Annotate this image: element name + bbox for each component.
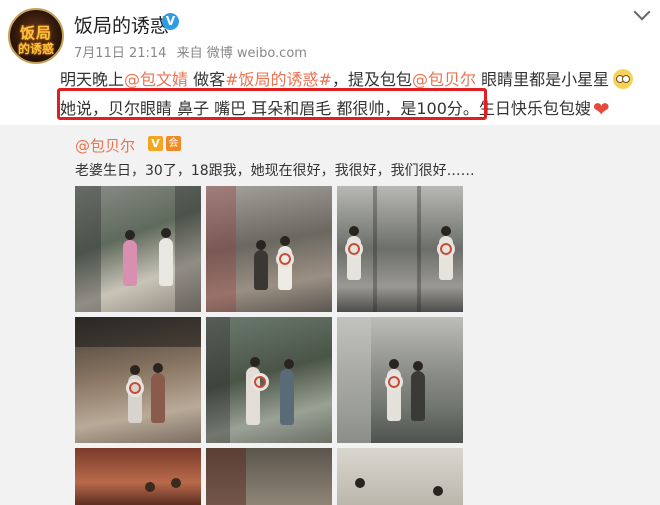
photo-thumbnail[interactable] (206, 448, 332, 505)
post-text-segment: 生日快乐包包嫂 (478, 99, 591, 118)
star-eyes-emoji-icon (613, 69, 634, 89)
heart-icon: ❤ (592, 97, 610, 121)
photo-thumbnail[interactable] (337, 186, 463, 312)
photo-thumbnail[interactable] (337, 448, 463, 505)
post-source[interactable]: 来自 微博 weibo.com (177, 46, 307, 61)
photo-thumbnail[interactable] (337, 317, 463, 443)
avatar-logo-text-bottom: 的诱惑 (17, 42, 54, 56)
mention-link[interactable]: @包文婧 (124, 70, 188, 89)
red-highlight-box (57, 88, 487, 120)
post-text-segment: 明天晚上 (60, 70, 125, 89)
post-text-segment: ，提及包包 (331, 70, 412, 89)
hashtag-link[interactable]: #饭局的诱惑# (225, 70, 332, 89)
avatar[interactable]: 饭局 的诱惑 (8, 8, 64, 64)
photo-thumbnail[interactable] (206, 186, 332, 312)
post-text-segment: 做客 (188, 70, 226, 89)
username-link[interactable]: 饭局的诱惑 (74, 11, 169, 38)
post-timestamp[interactable]: 7月11日 21:14 (74, 46, 166, 61)
verified-icon: V (162, 13, 179, 30)
post-meta: 7月11日 21:14 来自 微博 weibo.com (74, 42, 313, 61)
member-badge-icon: 会 (166, 136, 181, 151)
photo-thumbnail[interactable] (75, 448, 201, 505)
photo-thumbnail[interactable] (75, 317, 201, 443)
verified-badge-icon: V (148, 136, 163, 151)
post-text-segment: 眼睛里都是小星星 (475, 70, 610, 89)
photo-thumbnail[interactable] (206, 317, 332, 443)
mention-link[interactable]: @包贝尔 (412, 70, 476, 89)
repost-username-link[interactable]: @包贝尔 (75, 135, 135, 156)
post-text-line-1: 明天晚上@包文婧 做客#饭局的诱惑#，提及包包@包贝尔 眼睛里都是小星星 (60, 66, 634, 90)
photo-thumbnail[interactable] (75, 186, 201, 312)
repost-text: 老婆生日，30了，18跟我，她现在很好，我很好，我们很好…… (75, 163, 475, 179)
